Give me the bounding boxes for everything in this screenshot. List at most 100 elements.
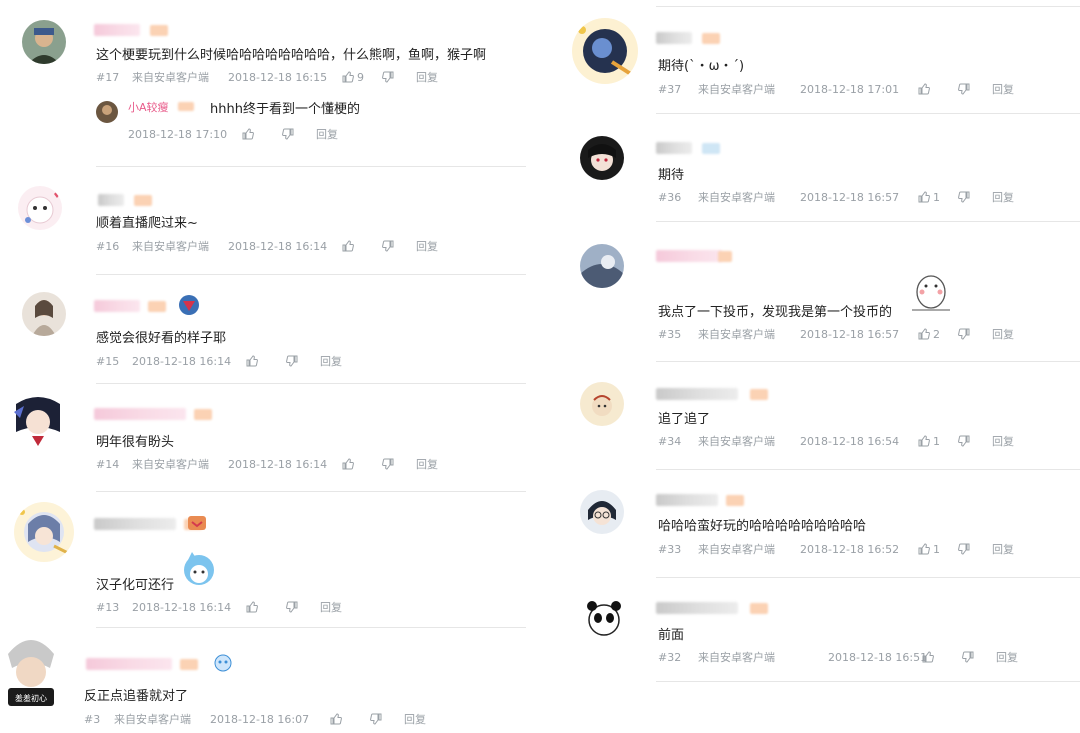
dislike-button[interactable]	[958, 83, 992, 96]
comment-item: 追了追了 #34 来自安卓客户端 2018-12-18 16:54 1 回复	[560, 362, 1080, 470]
avatar-badge-text: 羞羞初心	[15, 693, 47, 703]
avatar[interactable]	[572, 18, 638, 84]
level-badge	[150, 25, 168, 36]
avatar[interactable]	[22, 292, 66, 336]
reply-dislike-button[interactable]	[282, 128, 316, 141]
level-badge	[718, 251, 732, 262]
comment-text: 哈哈哈蛮好玩的哈哈哈哈哈哈哈哈哈	[658, 519, 867, 534]
timestamp: 2018-12-18 16:15	[228, 71, 328, 84]
comment-text: 期待(`・ω・´)	[658, 59, 745, 74]
comment-meta: #35 来自安卓客户端 2018-12-18 16:57 2 回复	[658, 326, 1014, 342]
comment-meta: #37 来自安卓客户端 2018-12-18 17:01 回复	[658, 81, 1014, 97]
level-badge	[148, 301, 166, 312]
comment-text: 顺着直播爬过来~	[96, 216, 198, 231]
avatar[interactable]	[580, 244, 624, 288]
like-button[interactable]: 9	[342, 71, 382, 84]
thumbs-up-icon	[918, 543, 930, 555]
comment-item: 期待(`・ω・´) #37 来自安卓客户端 2018-12-18 17:01 回复	[560, 8, 1080, 114]
dislike-button[interactable]	[958, 435, 992, 448]
timestamp: 2018-12-18 16:07	[210, 713, 310, 726]
reply-button[interactable]: 回复	[404, 711, 426, 727]
dislike-button[interactable]	[958, 328, 992, 341]
username-blurred[interactable]	[94, 408, 186, 420]
comment-meta: #15 2018-12-18 16:14 回复	[96, 353, 342, 369]
avatar[interactable]	[14, 502, 74, 562]
avatar[interactable]	[18, 186, 62, 230]
thumbs-down-icon	[382, 71, 394, 83]
dislike-button[interactable]	[286, 355, 320, 368]
username-blurred[interactable]	[94, 518, 176, 530]
dislike-button[interactable]	[370, 713, 404, 726]
medal-icon	[179, 295, 199, 315]
reply-avatar[interactable]	[96, 101, 118, 123]
comment-meta: #3 来自安卓客户端 2018-12-18 16:07 回复	[84, 711, 426, 727]
reply-button[interactable]: 回复	[996, 649, 1018, 665]
comment-meta: #13 2018-12-18 16:14 回复	[96, 599, 342, 615]
dislike-button[interactable]	[958, 543, 992, 556]
like-button[interactable]	[918, 83, 958, 96]
reply-button[interactable]: 回复	[320, 353, 342, 369]
comment-text: 期待	[658, 168, 685, 183]
device-label: 来自安卓客户端	[132, 458, 209, 471]
reply-button[interactable]: 回复	[416, 69, 438, 85]
thumbs-down-icon	[382, 458, 394, 470]
like-button[interactable]	[342, 458, 382, 471]
avatar[interactable]	[10, 392, 66, 448]
avatar[interactable]	[580, 136, 624, 180]
comment-meta: #34 来自安卓客户端 2018-12-18 16:54 1 回复	[658, 433, 1014, 449]
reply-button[interactable]: 回复	[992, 81, 1014, 97]
username-blurred[interactable]	[656, 602, 738, 614]
comment-item: 这个梗要玩到什么时候哈哈哈哈哈哈哈哈，什么熊啊，鱼啊，猴子啊 #17 来自安卓客户…	[0, 0, 530, 168]
dislike-button[interactable]	[962, 651, 996, 664]
like-button[interactable]	[246, 601, 286, 614]
like-button[interactable]	[922, 651, 962, 664]
like-button[interactable]	[342, 240, 382, 253]
avatar[interactable]	[580, 382, 624, 426]
dislike-button[interactable]	[286, 601, 320, 614]
like-button[interactable]: 2	[918, 328, 958, 341]
thumbs-down-icon	[286, 355, 298, 367]
username-blurred[interactable]	[94, 300, 140, 312]
medal-icon	[188, 516, 206, 530]
dislike-button[interactable]	[382, 240, 416, 253]
username-blurred[interactable]	[656, 142, 692, 154]
dislike-button[interactable]	[382, 71, 416, 84]
like-button[interactable]	[330, 713, 370, 726]
reply-button[interactable]: 回复	[992, 326, 1014, 342]
reply-button[interactable]: 回复	[416, 238, 438, 254]
reply-like-button[interactable]	[242, 128, 282, 141]
reply-button[interactable]: 回复	[992, 189, 1014, 205]
dislike-button[interactable]	[382, 458, 416, 471]
comment-column-left: 这个梗要玩到什么时候哈哈哈哈哈哈哈哈，什么熊啊，鱼啊，猴子啊 #17 来自安卓客户…	[0, 0, 540, 733]
avatar[interactable]: 羞羞初心	[2, 632, 60, 708]
device-label: 来自安卓客户端	[698, 435, 775, 448]
like-button[interactable]: 1	[918, 191, 958, 204]
thumbs-down-icon	[282, 128, 294, 140]
reply-button[interactable]: 回复	[320, 599, 342, 615]
username-blurred[interactable]	[656, 32, 692, 44]
comment-text: 感觉会很好看的样子耶	[96, 331, 227, 346]
username-blurred[interactable]	[656, 250, 722, 262]
reply-button[interactable]: 回复	[416, 456, 438, 472]
reply-button[interactable]: 回复	[992, 541, 1014, 557]
like-button[interactable]: 1	[918, 435, 958, 448]
reply-username[interactable]: 小A较瘦	[128, 99, 169, 115]
comment-text: 明年很有盼头	[96, 435, 175, 450]
avatar[interactable]	[22, 20, 66, 64]
avatar[interactable]	[580, 490, 624, 534]
dislike-button[interactable]	[958, 191, 992, 204]
username-blurred[interactable]	[656, 388, 738, 400]
username-blurred[interactable]	[656, 494, 718, 506]
username-blurred[interactable]	[94, 24, 140, 36]
floor-number: #37	[658, 83, 682, 96]
thumbs-up-icon	[246, 601, 258, 613]
reply-reply-button[interactable]: 回复	[316, 126, 338, 142]
username-blurred[interactable]	[98, 194, 124, 206]
timestamp: 2018-12-18 16:14	[228, 240, 328, 253]
reply-button[interactable]: 回复	[992, 433, 1014, 449]
thumbs-up-icon	[246, 355, 258, 367]
username-blurred[interactable]	[86, 658, 172, 670]
avatar[interactable]	[582, 596, 626, 640]
like-button[interactable]	[246, 355, 286, 368]
like-button[interactable]: 1	[918, 543, 958, 556]
